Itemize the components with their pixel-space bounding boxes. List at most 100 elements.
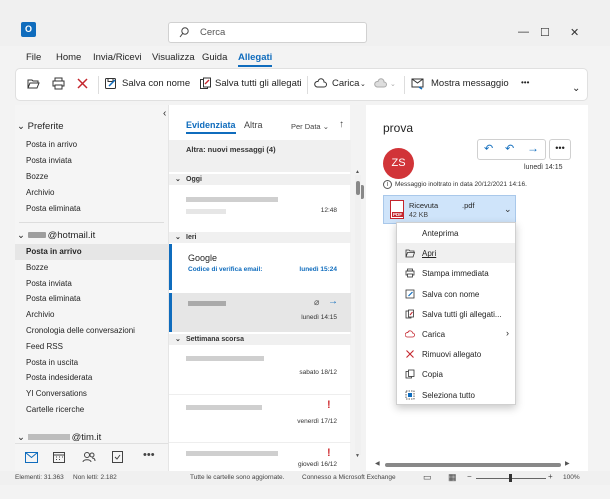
folder-item-label[interactable]: Cartelle ricerche [26, 405, 84, 414]
menu-attachments[interactable]: Allegati [238, 52, 273, 67]
folder-item-label[interactable]: Posta eliminata [26, 204, 81, 213]
upload-chevron-icon[interactable]: ⌄ [360, 80, 366, 88]
context-menu-item[interactable]: Copia [397, 364, 515, 384]
reply-icon[interactable]: ↶ [484, 142, 493, 155]
menu-bar: File Home Invia/Ricevi Visualizza Guida … [0, 48, 610, 68]
scroll-left-icon[interactable]: ◀ [375, 460, 380, 467]
calendar-icon[interactable] [53, 451, 65, 463]
account2-header[interactable]: ⌄ @tim.it [17, 432, 101, 443]
list-scrollbar-track[interactable]: ▲ ▼ [355, 169, 361, 459]
folder-item-label[interactable]: Archivio [26, 188, 54, 197]
zoom-slider-thumb[interactable] [509, 474, 512, 482]
context-menu-item[interactable]: Carica › [397, 324, 515, 344]
context-menu-item[interactable]: Stampa immediata [397, 263, 515, 283]
sort-direction-icon[interactable]: ↑ [339, 119, 344, 130]
list-item[interactable]: ⌀ → lunedì 14:15 [169, 293, 351, 332]
scroll-up-icon[interactable]: ▲ [355, 169, 360, 175]
more-button[interactable]: ••• [521, 78, 529, 87]
zoom-in-icon[interactable]: + [548, 472, 553, 481]
people-icon[interactable] [82, 451, 96, 463]
tasks-icon[interactable] [112, 450, 123, 463]
menu-help[interactable]: Guida [202, 52, 227, 63]
mail-icon[interactable] [25, 452, 38, 463]
folder-item-label[interactable]: Posta in arrivo [26, 247, 82, 256]
menu-send-receive[interactable]: Invia/Ricevi [93, 52, 142, 63]
folder-item-label[interactable]: Feed RSS [26, 342, 63, 351]
maximize-button[interactable]: ☐ [540, 26, 550, 39]
group-header-today[interactable]: ⌄ Oggi [169, 174, 351, 185]
list-item[interactable]: 12:48 [169, 185, 351, 229]
context-menu-item[interactable]: Rimuovi allegato [397, 344, 515, 364]
normal-view-icon[interactable]: ▭ [423, 472, 432, 483]
close-icon [406, 350, 414, 359]
folder-item-label[interactable]: YI Conversations [26, 389, 87, 398]
favorites-header[interactable]: ⌄ Preferite [17, 121, 64, 132]
menu-file[interactable]: File [26, 52, 41, 63]
group-header-last-week[interactable]: ⌄ Settimana scorsa [169, 334, 351, 345]
list-item[interactable]: ! giovedì 16/12 [169, 442, 351, 471]
save-icon[interactable] [104, 77, 117, 90]
save-as-button[interactable]: Salva con nome [122, 78, 190, 89]
reply-all-icon[interactable]: ↶ [505, 142, 514, 155]
scrollbar-thumb[interactable] [385, 463, 561, 467]
minimize-button[interactable]: — [518, 26, 529, 38]
more-modules-icon[interactable]: ••• [143, 449, 155, 461]
save-all-icon[interactable] [199, 77, 212, 90]
list-item[interactable]: sabato 18/12 [169, 346, 351, 392]
folder-item-label[interactable]: Posta indesiderata [26, 373, 92, 382]
context-menu-item[interactable]: Seleziona tutto [397, 385, 515, 405]
group-header-yesterday[interactable]: ⌄ Ieri [169, 232, 351, 243]
flag-icon[interactable]: ! [327, 399, 331, 411]
folder-item-label[interactable]: Posta eliminata [26, 294, 81, 303]
avatar[interactable]: ZS [383, 148, 414, 179]
attachment-chevron-down-icon[interactable]: ⌄ [504, 204, 512, 215]
message-date: lunedì 14:15 [524, 164, 563, 171]
show-message-icon[interactable] [411, 77, 424, 90]
folder-item-label[interactable]: Bozze [26, 172, 48, 181]
tab-other[interactable]: Altra [244, 120, 263, 130]
context-menu-item[interactable]: Salva tutti gli allegati... [397, 304, 515, 324]
horizontal-scrollbar[interactable]: ◀ ▶ [375, 461, 571, 469]
scroll-down-icon[interactable]: ▼ [355, 453, 360, 459]
cloud-icon[interactable] [314, 77, 327, 90]
print-icon [405, 268, 415, 278]
more-actions-button[interactable]: ••• [549, 139, 571, 160]
upload-button[interactable]: Carica [332, 78, 359, 89]
collapse-pane-chevron-icon[interactable]: ‹ [163, 108, 166, 119]
scroll-right-icon[interactable]: ▶ [565, 460, 570, 467]
list-item[interactable]: Google Codice di verifica email: lunedì … [169, 244, 351, 290]
email-redacted [27, 434, 70, 441]
save-all-button[interactable]: Salva tutti gli allegati [215, 78, 302, 89]
print-icon[interactable] [52, 77, 65, 90]
menu-view[interactable]: Visualizza [152, 52, 195, 63]
context-menu-item[interactable]: Anteprima [397, 223, 515, 243]
context-menu-item[interactable]: Apri [397, 243, 515, 264]
scrollbar-thumb[interactable] [356, 181, 360, 195]
close-button[interactable]: ✕ [570, 26, 579, 39]
search-input[interactable]: Cerca [168, 22, 367, 43]
remove-icon[interactable] [76, 77, 89, 90]
sort-dropdown[interactable]: Per Data ⌄ [291, 122, 329, 131]
ribbon-expand-chevron-icon[interactable]: ⌄ [572, 83, 580, 94]
reading-view-icon[interactable]: ▦ [448, 472, 457, 483]
folder-item-label[interactable]: Posta in uscita [26, 358, 78, 367]
attachment-extension: .pdf [462, 201, 475, 210]
new-messages-banner[interactable]: Altra: nuovi messaggi (4) [169, 140, 351, 172]
folder-item-label[interactable]: Archivio [26, 310, 54, 319]
attachment-chip[interactable]: PDF Ricevuta .pdf 42 KB ⌄ [383, 195, 516, 224]
zoom-out-icon[interactable]: − [467, 472, 472, 481]
folder-item-label[interactable]: Posta in arrivo [26, 140, 77, 149]
tab-focused[interactable]: Evidenziata [186, 120, 236, 134]
show-message-button[interactable]: Mostra messaggio [431, 78, 509, 89]
menu-home[interactable]: Home [56, 52, 81, 63]
folder-item-label[interactable]: Bozze [26, 263, 48, 272]
folder-item-label[interactable]: Posta inviata [26, 156, 72, 165]
forward-icon[interactable]: → [527, 141, 539, 155]
folder-item-label[interactable]: Posta inviata [26, 279, 72, 288]
folder-item-label[interactable]: Cronologia delle conversazioni [26, 326, 135, 335]
list-item[interactable]: ! venerdì 17/12 [169, 394, 351, 440]
account1-header[interactable]: ⌄ @hotmail.it [17, 230, 95, 241]
context-menu-item[interactable]: Salva con nome [397, 284, 515, 304]
flag-icon[interactable]: ! [327, 447, 331, 459]
folder-open-icon[interactable] [27, 77, 40, 90]
